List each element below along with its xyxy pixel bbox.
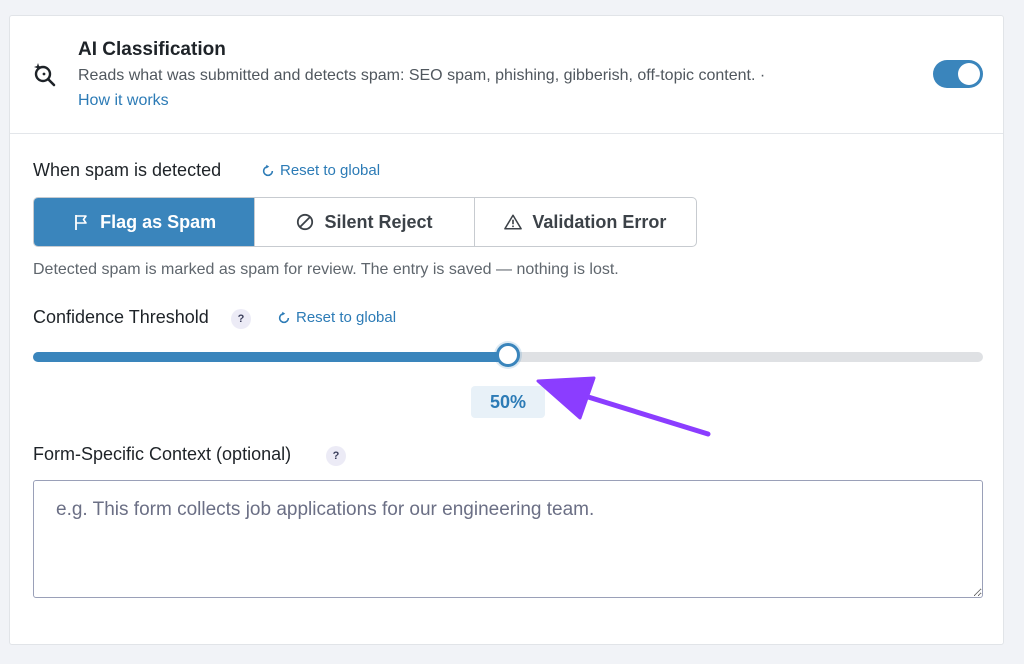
slider-thumb[interactable] — [496, 343, 520, 367]
reset-threshold-label: Reset to global — [296, 309, 397, 326]
when-spam-detected-label: When spam is detected — [33, 160, 222, 180]
validation-error-label: Validation Error — [532, 211, 667, 232]
confidence-threshold-label: Confidence Threshold — [33, 307, 209, 327]
reset-icon — [278, 311, 290, 323]
form-context-textarea[interactable] — [33, 480, 983, 598]
form-context-label: Form-Specific Context (optional) — [33, 444, 292, 464]
ban-icon — [297, 213, 314, 231]
card-header: AI Classification Reads what was submitt… — [10, 16, 1003, 134]
silent-reject-button[interactable]: Silent Reject — [255, 198, 475, 246]
annotation-arrow-icon — [536, 376, 711, 437]
slider-fill — [33, 352, 508, 362]
magnify-sparkle-icon — [34, 63, 56, 87]
ai-classification-toggle[interactable] — [933, 60, 983, 88]
card-title: AI Classification — [78, 39, 226, 60]
reset-icon — [262, 164, 274, 176]
warning-icon — [504, 214, 523, 230]
validation-error-button[interactable]: Validation Error — [475, 198, 696, 246]
reset-action-label: Reset to global — [280, 162, 381, 179]
reset-threshold-button[interactable]: Reset to global — [277, 309, 396, 326]
ai-classification-card: AI Classification Reads what was submitt… — [9, 15, 1004, 645]
spam-action-segmented-control: Flag as Spam Silent Reject Validation Er… — [33, 197, 697, 247]
flag-as-spam-button[interactable]: Flag as Spam — [34, 198, 256, 246]
card-description: Reads what was submitted and detects spa… — [78, 67, 766, 84]
context-help-icon[interactable]: ? — [326, 446, 346, 466]
silent-reject-label: Silent Reject — [324, 211, 433, 232]
reset-action-button[interactable]: Reset to global — [261, 162, 380, 179]
confidence-slider[interactable] — [33, 343, 983, 367]
threshold-help-icon[interactable]: ? — [231, 309, 251, 329]
action-hint-text: Detected spam is marked as spam for revi… — [33, 261, 619, 278]
flag-as-spam-label: Flag as Spam — [100, 211, 217, 232]
how-it-works-link[interactable]: How it works — [78, 92, 169, 110]
toggle-knob — [958, 63, 980, 85]
flag-icon — [75, 215, 87, 230]
